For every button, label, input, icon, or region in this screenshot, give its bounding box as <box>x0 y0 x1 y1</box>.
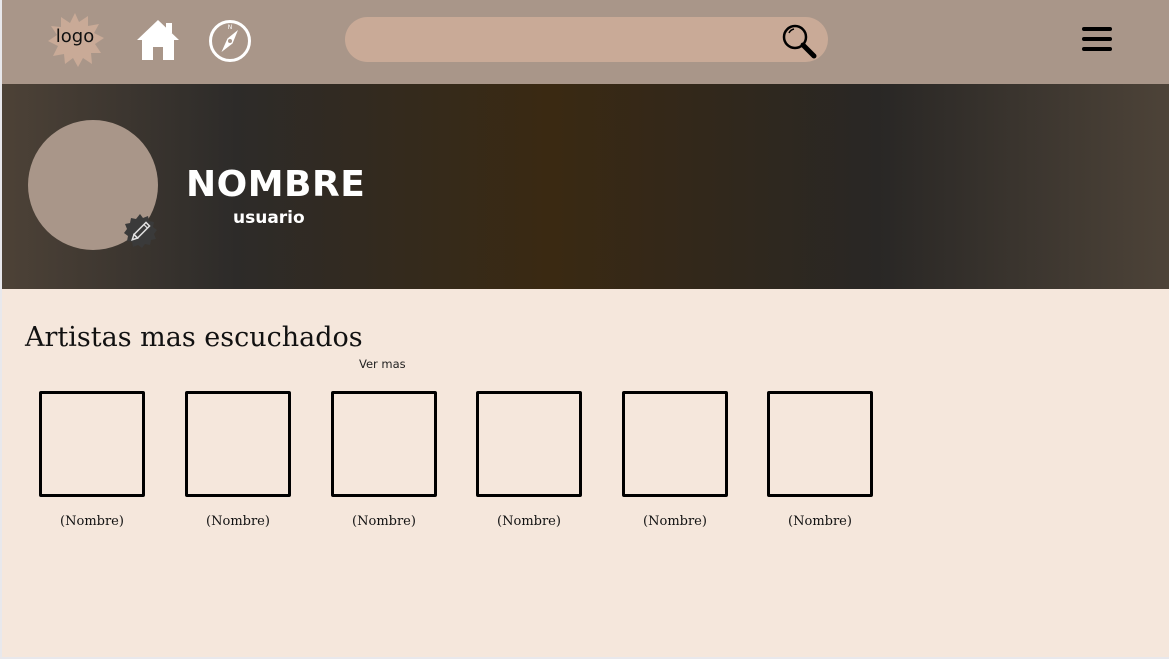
search-input[interactable] <box>363 17 767 64</box>
artist-image-placeholder[interactable] <box>185 391 291 497</box>
top-navigation-bar: logo N <box>2 0 1169 84</box>
hamburger-menu-icon[interactable] <box>1082 27 1112 51</box>
app-frame: logo N NOMBRE usuario Artistas mas escuc… <box>2 0 1169 657</box>
artist-image-placeholder[interactable] <box>331 391 437 497</box>
artist-card[interactable]: (Nombre) <box>767 391 873 529</box>
section-title-top-artists: Artistas mas escuchados <box>25 322 363 353</box>
see-more-link[interactable]: Ver mas <box>359 357 406 371</box>
svg-text:N: N <box>228 24 233 31</box>
artist-card[interactable]: (Nombre) <box>476 391 582 529</box>
artist-card[interactable]: (Nombre) <box>331 391 437 529</box>
artist-image-placeholder[interactable] <box>622 391 728 497</box>
compass-icon[interactable]: N <box>208 19 252 63</box>
profile-username: usuario <box>233 208 305 228</box>
profile-banner: NOMBRE usuario <box>2 84 1169 289</box>
artist-name: (Nombre) <box>60 514 124 529</box>
artist-name: (Nombre) <box>206 514 270 529</box>
search-bar <box>345 17 828 64</box>
artist-name: (Nombre) <box>352 514 416 529</box>
artist-name: (Nombre) <box>497 514 561 529</box>
logo[interactable]: logo <box>46 13 104 67</box>
artist-image-placeholder[interactable] <box>476 391 582 497</box>
home-icon[interactable] <box>135 18 181 62</box>
logo-text: logo <box>55 26 95 47</box>
artist-name: (Nombre) <box>643 514 707 529</box>
artist-card[interactable]: (Nombre) <box>622 391 728 529</box>
pencil-icon[interactable] <box>122 214 158 250</box>
profile-name: NOMBRE <box>186 164 366 205</box>
artist-image-placeholder[interactable] <box>39 391 145 497</box>
search-icon[interactable] <box>781 23 817 59</box>
artist-name: (Nombre) <box>788 514 852 529</box>
artist-card[interactable]: (Nombre) <box>39 391 145 529</box>
artist-image-placeholder[interactable] <box>767 391 873 497</box>
artist-card[interactable]: (Nombre) <box>185 391 291 529</box>
